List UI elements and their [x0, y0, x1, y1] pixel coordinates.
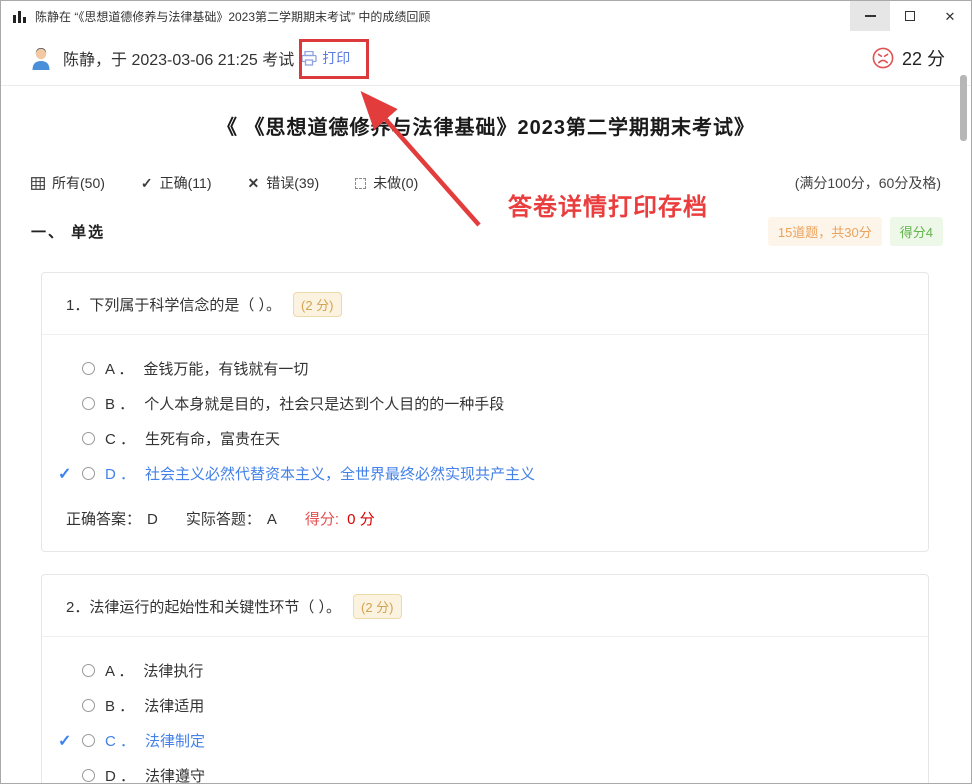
- section-score-badge: 得分4: [890, 217, 943, 246]
- actual-answer: 实际答题： A: [186, 508, 277, 529]
- option-text: 法律适用: [144, 695, 204, 716]
- option-c[interactable]: C ． 生死有命，富贵在天: [58, 421, 904, 456]
- minimize-button[interactable]: [850, 1, 890, 31]
- option-d-correct[interactable]: ✓ D ． 社会主义必然代替资本主义，全世界最终必然实现共产主义: [58, 456, 904, 491]
- bar-chart-icon: [13, 10, 28, 23]
- print-button[interactable]: 打印: [301, 48, 350, 68]
- scrollbar-thumb[interactable]: [960, 75, 967, 141]
- option-text: 法律执行: [143, 660, 203, 681]
- question-score: 得分: 0 分: [305, 508, 375, 529]
- option-c-correct[interactable]: ✓ C ． 法律制定: [58, 723, 904, 758]
- option-text: 法律遵守: [145, 765, 205, 784]
- section-row: 一、 单选 15道题，共30分 得分4: [31, 217, 943, 246]
- header: 陈静，于 2023-03-06 21:25 考试 打印 22 分: [1, 31, 971, 86]
- option-b[interactable]: B ． 个人本身就是目的，社会只是达到个人目的的一种手段: [58, 386, 904, 421]
- check-icon: ✓: [141, 176, 153, 190]
- correct-answer-label: 正确答案：: [66, 511, 141, 528]
- question-title: 2．法律运行的起始性和关键性环节（ ）。: [66, 596, 341, 617]
- exam-title: 《 《思想道德修养与法律基础》2023第二学期期末考试》: [1, 111, 971, 140]
- option-label: A ．: [105, 660, 133, 681]
- filter-correct-label: 正确(11): [160, 173, 212, 193]
- titlebar: 陈静在 “《思想道德修养与法律基础》2023第二学期期末考试” 中的成绩回顾 ✕: [1, 1, 971, 31]
- option-label: D ．: [105, 463, 135, 484]
- window-controls: ✕: [850, 1, 970, 31]
- radio-icon[interactable]: [82, 467, 95, 480]
- option-text: 法律制定: [145, 730, 205, 751]
- filter-row: 所有(50) ✓ 正确(11) ✕ 错误(39) 未做(0) (满分100分，6…: [31, 173, 941, 193]
- total-score: 22 分: [872, 45, 945, 71]
- scrollbar-track[interactable]: [960, 35, 968, 780]
- filter-wrong-label: 错误(39): [266, 173, 319, 193]
- window-title: 陈静在 “《思想道德修养与法律基础》2023第二学期期末考试” 中的成绩回顾: [35, 8, 430, 25]
- question-card-2: 2．法律运行的起始性和关键性环节（ ）。 (2 分) A ． 法律执行 B ． …: [41, 574, 929, 784]
- option-a[interactable]: A ． 法律执行: [58, 653, 904, 688]
- dashed-box-icon: [355, 178, 366, 189]
- radio-icon[interactable]: [82, 432, 95, 445]
- total-score-value: 22 分: [902, 45, 945, 71]
- question-title: 1．下列属于科学信念的是（ ）。: [66, 294, 281, 315]
- filter-all-label: 所有(50): [52, 173, 105, 193]
- option-label: B ．: [105, 695, 134, 716]
- question-card-1: 1．下列属于科学信念的是（ ）。 (2 分) A ． 金钱万能，有钱就有一切 B…: [41, 272, 929, 552]
- question-title-row: 1．下列属于科学信念的是（ ）。 (2 分): [42, 273, 928, 335]
- section-total-badge: 15道题，共30分: [768, 217, 882, 246]
- option-text: 个人本身就是目的，社会只是达到个人目的的一种手段: [144, 393, 504, 414]
- points-badge: (2 分): [353, 594, 402, 619]
- question-title-row: 2．法律运行的起始性和关键性环节（ ）。 (2 分): [42, 575, 928, 637]
- actual-answer-label: 实际答题：: [186, 511, 261, 528]
- cross-icon: ✕: [248, 176, 260, 190]
- answer-row: 正确答案： D 实际答题： A 得分: 0 分: [42, 495, 928, 551]
- score-label: 得分:: [305, 511, 339, 528]
- all-questions-icon: [31, 177, 45, 190]
- radio-icon[interactable]: [82, 734, 95, 747]
- question-options: A ． 法律执行 B ． 法律适用 ✓ C ． 法律制定 D ． 法律遵守: [42, 637, 928, 784]
- option-text: 金钱万能，有钱就有一切: [143, 358, 308, 379]
- points-badge: (2 分): [293, 292, 342, 317]
- filter-all[interactable]: 所有(50): [31, 173, 105, 193]
- option-d[interactable]: D ． 法律遵守: [58, 758, 904, 784]
- printer-icon: [301, 51, 317, 66]
- sad-face-icon: [872, 47, 894, 69]
- user-exam-info: 陈静，于 2023-03-06 21:25 考试: [63, 46, 294, 70]
- option-text: 生死有命，富贵在天: [145, 428, 280, 449]
- section-title: 一、 单选: [31, 221, 105, 242]
- filter-correct[interactable]: ✓ 正确(11): [141, 173, 212, 193]
- exam-review-window: 陈静在 “《思想道德修养与法律基础》2023第二学期期末考试” 中的成绩回顾 ✕…: [0, 0, 972, 784]
- maximize-icon: [905, 11, 915, 21]
- option-label: D ．: [105, 765, 135, 784]
- filter-undone[interactable]: 未做(0): [355, 173, 418, 193]
- option-label: A ．: [105, 358, 133, 379]
- avatar: [29, 46, 53, 70]
- filter-wrong[interactable]: ✕ 错误(39): [248, 173, 320, 193]
- close-button[interactable]: ✕: [930, 1, 970, 31]
- maximize-button[interactable]: [890, 1, 930, 31]
- print-label: 打印: [322, 48, 350, 68]
- section-badges: 15道题，共30分 得分4: [768, 217, 943, 246]
- passing-score-note: (满分100分，60分及格): [795, 173, 941, 193]
- radio-icon[interactable]: [82, 699, 95, 712]
- option-label: C ．: [105, 428, 135, 449]
- minimize-icon: [865, 15, 876, 17]
- correct-answer-value: D: [147, 511, 158, 528]
- radio-icon[interactable]: [82, 664, 95, 677]
- correct-check-icon: ✓: [58, 731, 82, 751]
- option-b[interactable]: B ． 法律适用: [58, 688, 904, 723]
- option-a[interactable]: A ． 金钱万能，有钱就有一切: [58, 351, 904, 386]
- score-value: 0 分: [347, 511, 375, 528]
- actual-answer-value: A: [267, 511, 277, 528]
- correct-answer: 正确答案： D: [66, 508, 158, 529]
- option-label: C ．: [105, 730, 135, 751]
- radio-icon[interactable]: [82, 397, 95, 410]
- option-text: 社会主义必然代替资本主义，全世界最终必然实现共产主义: [145, 463, 535, 484]
- question-options: A ． 金钱万能，有钱就有一切 B ． 个人本身就是目的，社会只是达到个人目的的…: [42, 335, 928, 495]
- radio-icon[interactable]: [82, 769, 95, 782]
- close-icon: ✕: [945, 10, 956, 23]
- option-label: B ．: [105, 393, 134, 414]
- correct-check-icon: ✓: [58, 464, 82, 484]
- filter-undone-label: 未做(0): [373, 173, 418, 193]
- radio-icon[interactable]: [82, 362, 95, 375]
